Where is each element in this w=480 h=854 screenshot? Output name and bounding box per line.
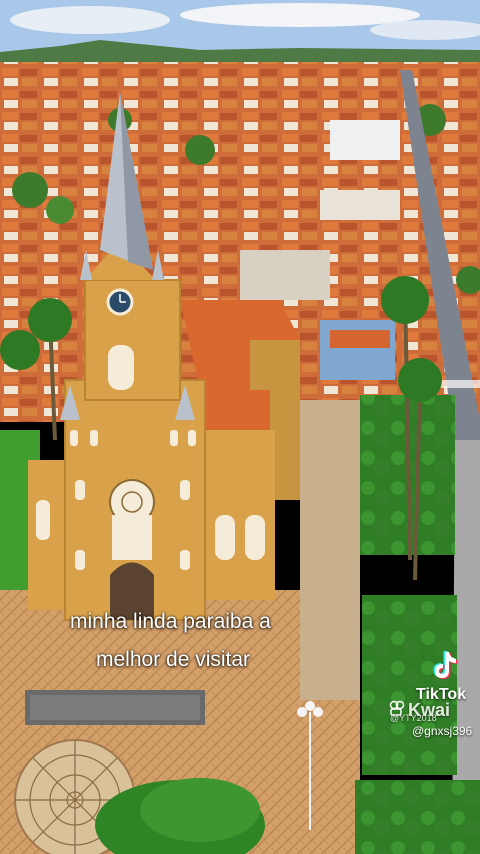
blue-building — [320, 320, 395, 380]
tiktok-note-icon — [433, 651, 458, 679]
video-frame[interactable]: minha linda paraiba a melhor de visitar … — [0, 0, 480, 854]
video-caption-line1: minha linda paraiba a — [70, 610, 271, 633]
tiktok-handle: @gnxsj396 — [412, 724, 473, 738]
kwai-handle: @YTY2018 — [390, 713, 437, 723]
video-caption-line2: melhor de visitar — [96, 648, 251, 671]
aerial-city-scene — [0, 0, 480, 854]
